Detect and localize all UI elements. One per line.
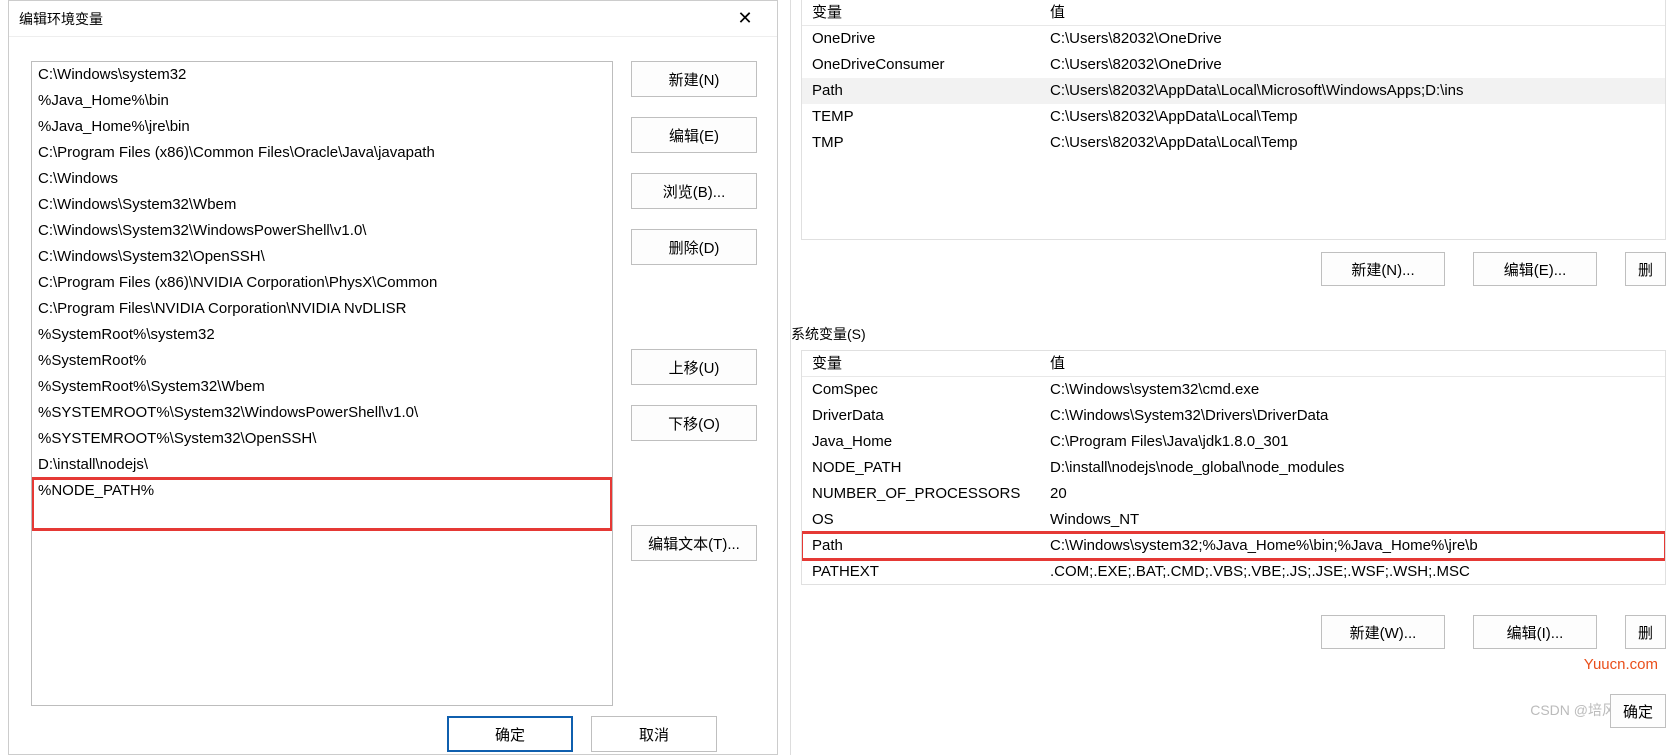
table-row[interactable]: NODE_PATHD:\install\nodejs\node_global\n… [802, 455, 1665, 481]
cell-value: C:\Users\82032\OneDrive [1050, 52, 1665, 78]
table-row[interactable]: OneDriveConsumerC:\Users\82032\OneDrive [802, 52, 1665, 78]
watermark-site: Yuucn.com [1584, 656, 1658, 673]
cell-value: C:\Windows\system32;%Java_Home%\bin;%Jav… [1050, 533, 1665, 559]
user-delete-button[interactable]: 删 [1625, 252, 1666, 286]
path-list-item[interactable]: C:\Windows\System32\WindowsPowerShell\v1… [32, 218, 612, 244]
col-variable: 变量 [802, 0, 1050, 25]
col-value: 值 [1050, 0, 1665, 25]
path-list-item[interactable]: %SystemRoot%\System32\Wbem [32, 374, 612, 400]
cell-variable: NODE_PATH [802, 455, 1050, 481]
grid-header: 变量 值 [802, 351, 1665, 377]
dialog-titlebar: 编辑环境变量 ✕ [9, 1, 777, 37]
grid-header: 变量 值 [802, 0, 1665, 26]
col-value: 值 [1050, 351, 1665, 376]
dialog-button-column: 新建(N) 编辑(E) 浏览(B)... 删除(D) 上移(U) 下移(O) 编… [631, 61, 757, 706]
cell-variable: NUMBER_OF_PROCESSORS [802, 481, 1050, 507]
system-new-button[interactable]: 新建(W)... [1321, 615, 1445, 649]
dialog-title: 编辑环境变量 [19, 9, 103, 29]
cell-variable: ComSpec [802, 377, 1050, 403]
dialog-body: C:\Windows\system32%Java_Home%\bin%Java_… [9, 37, 777, 710]
edit-env-var-dialog: 编辑环境变量 ✕ C:\Windows\system32%Java_Home%\… [8, 0, 778, 755]
path-list-item[interactable]: %Java_Home%\jre\bin [32, 114, 612, 140]
col-variable: 变量 [802, 351, 1050, 376]
cell-variable: OneDrive [802, 26, 1050, 52]
path-list-item[interactable]: C:\Program Files\NVIDIA Corporation\NVID… [32, 296, 612, 322]
system-edit-button[interactable]: 编辑(I)... [1473, 615, 1597, 649]
cell-variable: OS [802, 507, 1050, 533]
system-vars-label: 系统变量(S) [791, 324, 866, 344]
path-list-item[interactable]: C:\Windows\system32 [32, 62, 612, 88]
path-list-item[interactable]: %NODE_PATH% [32, 478, 612, 530]
path-list-item[interactable]: C:\Windows [32, 166, 612, 192]
dialog-footer: 确定 取消 [9, 710, 777, 754]
table-row[interactable]: PATHEXT.COM;.EXE;.BAT;.CMD;.VBS;.VBE;.JS… [802, 559, 1665, 585]
cell-value: D:\install\nodejs\node_global\node_modul… [1050, 455, 1665, 481]
path-list-item[interactable]: C:\Windows\System32\Wbem [32, 192, 612, 218]
table-row[interactable]: PathC:\Users\82032\AppData\Local\Microso… [802, 78, 1665, 104]
path-list-item[interactable]: %SYSTEMROOT%\System32\WindowsPowerShell\… [32, 400, 612, 426]
cell-value: C:\Windows\system32\cmd.exe [1050, 377, 1665, 403]
cell-variable: TMP [802, 130, 1050, 156]
close-icon[interactable]: ✕ [723, 8, 767, 29]
cell-value: C:\Users\82032\AppData\Local\Microsoft\W… [1050, 78, 1665, 104]
path-list-item[interactable]: C:\Windows\System32\OpenSSH\ [32, 244, 612, 270]
cell-variable: PATHEXT [802, 559, 1050, 585]
cell-value: C:\Users\82032\AppData\Local\Temp [1050, 104, 1665, 130]
move-down-button[interactable]: 下移(O) [631, 405, 757, 441]
cell-variable: TEMP [802, 104, 1050, 130]
cell-value: 20 [1050, 481, 1665, 507]
system-delete-button[interactable]: 删 [1625, 615, 1666, 649]
table-row[interactable]: OneDriveC:\Users\82032\OneDrive [802, 26, 1665, 52]
cell-value: C:\Windows\System32\Drivers\DriverData [1050, 403, 1665, 429]
path-list-item[interactable]: D:\install\nodejs\ [32, 452, 612, 478]
edit-button[interactable]: 编辑(E) [631, 117, 757, 153]
path-list-item[interactable]: %SystemRoot% [32, 348, 612, 374]
cell-variable: Java_Home [802, 429, 1050, 455]
cell-value: .COM;.EXE;.BAT;.CMD;.VBS;.VBE;.JS;.JSE;.… [1050, 559, 1665, 585]
table-row[interactable]: OSWindows_NT [802, 507, 1665, 533]
cancel-button[interactable]: 取消 [591, 716, 717, 752]
system-vars-buttons: 新建(W)... 编辑(I)... 删 [1321, 615, 1666, 649]
user-vars-grid[interactable]: 变量 值 OneDriveC:\Users\82032\OneDriveOneD… [801, 0, 1666, 240]
table-row[interactable]: PathC:\Windows\system32;%Java_Home%\bin;… [802, 533, 1665, 559]
cell-variable: DriverData [802, 403, 1050, 429]
cell-value: C:\Users\82032\AppData\Local\Temp [1050, 130, 1665, 156]
new-button[interactable]: 新建(N) [631, 61, 757, 97]
user-edit-button[interactable]: 编辑(E)... [1473, 252, 1597, 286]
table-row[interactable]: Java_HomeC:\Program Files\Java\jdk1.8.0_… [802, 429, 1665, 455]
path-list[interactable]: C:\Windows\system32%Java_Home%\bin%Java_… [31, 61, 613, 706]
cell-variable: OneDriveConsumer [802, 52, 1050, 78]
path-list-item[interactable]: C:\Program Files (x86)\Common Files\Orac… [32, 140, 612, 166]
edit-text-button[interactable]: 编辑文本(T)... [631, 525, 757, 561]
cell-value: C:\Program Files\Java\jdk1.8.0_301 [1050, 429, 1665, 455]
delete-button[interactable]: 删除(D) [631, 229, 757, 265]
path-list-item[interactable]: %Java_Home%\bin [32, 88, 612, 114]
parent-ok-button[interactable]: 确定 [1610, 694, 1666, 728]
table-row[interactable]: NUMBER_OF_PROCESSORS20 [802, 481, 1665, 507]
cell-value: Windows_NT [1050, 507, 1665, 533]
table-row[interactable]: DriverDataC:\Windows\System32\Drivers\Dr… [802, 403, 1665, 429]
table-row[interactable]: ComSpecC:\Windows\system32\cmd.exe [802, 377, 1665, 403]
table-row[interactable]: TEMPC:\Users\82032\AppData\Local\Temp [802, 104, 1665, 130]
path-list-item[interactable]: %SystemRoot%\system32 [32, 322, 612, 348]
env-vars-parent-window: 变量 值 OneDriveC:\Users\82032\OneDriveOneD… [790, 0, 1666, 755]
cell-variable: Path [802, 78, 1050, 104]
user-new-button[interactable]: 新建(N)... [1321, 252, 1445, 286]
cell-variable: Path [802, 533, 1050, 559]
move-up-button[interactable]: 上移(U) [631, 349, 757, 385]
user-vars-buttons: 新建(N)... 编辑(E)... 删 [1321, 252, 1666, 286]
system-vars-grid[interactable]: 变量 值 ComSpecC:\Windows\system32\cmd.exeD… [801, 350, 1666, 585]
browse-button[interactable]: 浏览(B)... [631, 173, 757, 209]
ok-button[interactable]: 确定 [447, 716, 573, 752]
path-list-item[interactable]: C:\Program Files (x86)\NVIDIA Corporatio… [32, 270, 612, 296]
path-list-item[interactable]: %SYSTEMROOT%\System32\OpenSSH\ [32, 426, 612, 452]
cell-value: C:\Users\82032\OneDrive [1050, 26, 1665, 52]
table-row[interactable]: TMPC:\Users\82032\AppData\Local\Temp [802, 130, 1665, 156]
